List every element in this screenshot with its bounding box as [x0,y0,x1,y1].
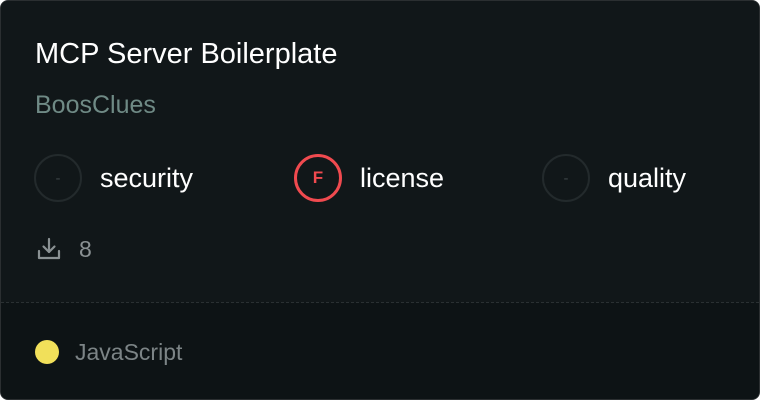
download-icon [35,235,63,263]
language-indicator: JavaScript [35,337,182,367]
quality-grade-badge: - [542,154,590,202]
download-count: 8 [79,236,92,262]
license-score: F license [294,154,444,202]
language-color-dot [35,340,59,364]
quality-score: - quality [542,154,686,202]
downloads-stat: 8 [35,234,92,264]
server-card[interactable]: MCP Server Boilerplate BoosClues - secur… [0,0,760,400]
license-grade-badge: F [294,154,342,202]
card-body: MCP Server Boilerplate BoosClues - secur… [1,1,759,302]
card-title[interactable]: MCP Server Boilerplate [35,35,337,73]
quality-label: quality [608,163,687,193]
security-grade-badge: - [34,154,82,202]
card-footer: JavaScript [1,303,759,399]
security-score: - security [34,154,193,202]
license-label: license [360,163,445,193]
security-label: security [100,163,194,193]
language-name: JavaScript [75,339,183,365]
card-owner[interactable]: BoosClues [35,89,156,121]
